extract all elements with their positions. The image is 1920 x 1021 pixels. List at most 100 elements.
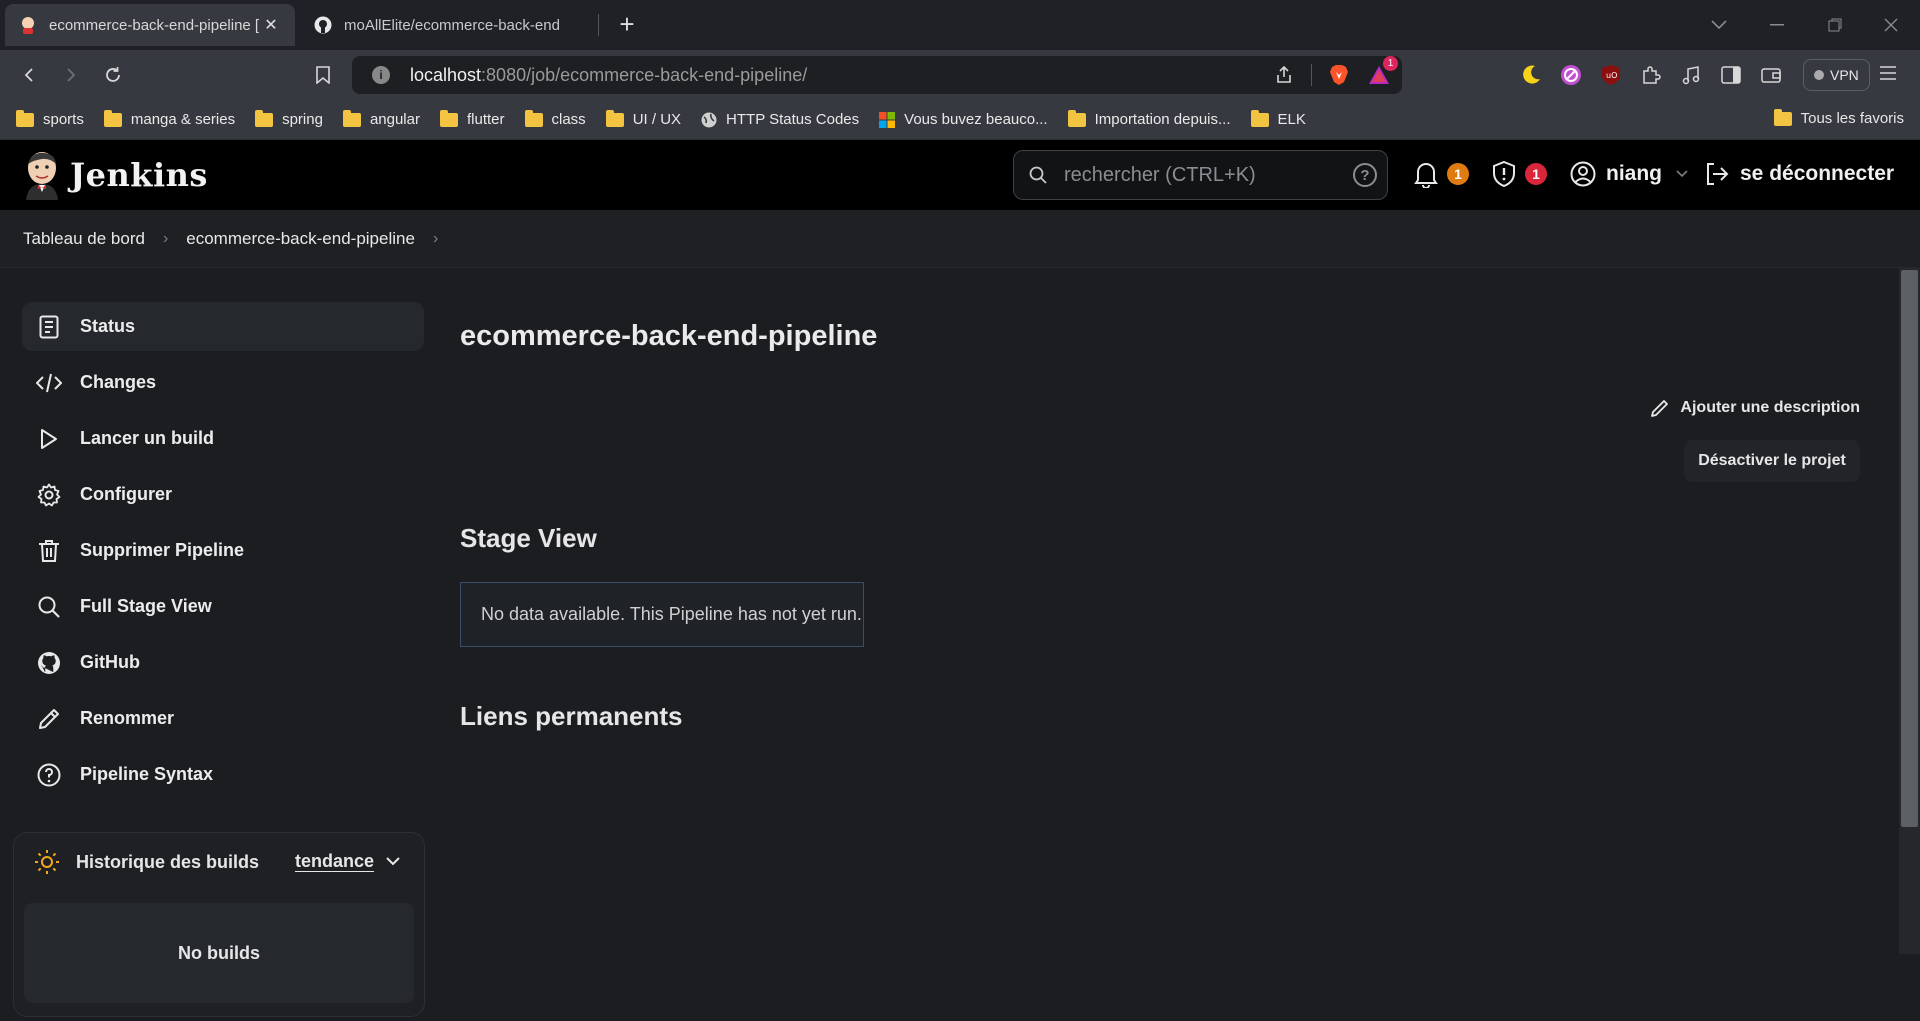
folder-icon — [16, 109, 34, 127]
sidebar-item-pipeline-syntax[interactable]: Pipeline Syntax — [22, 750, 424, 799]
sidebar-item-full-stage-view[interactable]: Full Stage View — [22, 582, 424, 631]
security-alerts-button[interactable]: 1 — [1491, 160, 1547, 188]
vpn-status-icon — [1814, 70, 1824, 80]
notifications-button[interactable]: 1 — [1413, 160, 1469, 188]
forward-button[interactable] — [58, 62, 84, 88]
jenkins-favicon-icon — [19, 16, 37, 34]
bookmark-label: sports — [43, 111, 84, 128]
folder-icon — [524, 109, 543, 127]
sidebar-item-configure[interactable]: Configurer — [22, 470, 424, 519]
address-bar[interactable]: i localhost:8080/job/ecommerce-back-end-… — [352, 56, 1402, 94]
bookmark-folder-angular[interactable]: angular — [342, 109, 420, 128]
bookmark-label: spring — [282, 111, 323, 128]
tab-search-chevron-icon[interactable] — [1690, 0, 1748, 50]
add-description-button[interactable]: Ajouter une description — [1630, 390, 1860, 426]
brave-rewards-icon[interactable]: 1 — [1366, 56, 1398, 88]
bookmark-label: Tous les favoris — [1800, 110, 1904, 127]
sidebar-item-changes[interactable]: Changes — [22, 358, 424, 407]
bookmark-http-status[interactable]: HTTP Status Codes — [701, 111, 859, 128]
security-badge: 1 — [1525, 163, 1547, 185]
trend-label: tendance — [294, 851, 374, 871]
bookmark-label: ELK — [1277, 111, 1306, 128]
sidebar-item-build[interactable]: Lancer un build — [22, 414, 424, 463]
bookmark-folder-sports[interactable]: sports — [16, 109, 84, 128]
dark-reader-icon[interactable] — [1518, 62, 1544, 88]
vpn-button[interactable]: VPN — [1803, 59, 1870, 91]
browser-menu-icon[interactable] — [1878, 64, 1902, 86]
search-help-icon[interactable]: ? — [1353, 163, 1377, 187]
trend-link[interactable]: tendance — [295, 851, 400, 872]
folder-icon — [605, 109, 624, 127]
sidebar-toggle-icon[interactable] — [1718, 62, 1744, 88]
sidebar-item-label: Pipeline Syntax — [80, 764, 214, 784]
chevron-down-icon[interactable] — [1676, 170, 1688, 178]
close-window-button[interactable] — [1862, 0, 1920, 50]
sidebar-item-delete[interactable]: Supprimer Pipeline — [22, 526, 424, 575]
build-history-widget: Historique des builds tendance No builds — [13, 832, 425, 1017]
bookmark-folder-elk[interactable]: ELK — [1250, 109, 1306, 128]
folder-icon — [255, 109, 274, 127]
bookmark-vous-buvez[interactable]: Vous buvez beauco... — [879, 111, 1048, 128]
bookmark-folder-spring[interactable]: spring — [255, 109, 323, 128]
folder-icon — [342, 109, 361, 127]
music-icon[interactable] — [1678, 62, 1704, 88]
sidebar-item-github[interactable]: GitHub — [22, 638, 424, 687]
stage-view-empty-message: No data available. This Pipeline has not… — [460, 582, 864, 647]
new-tab-button[interactable]: + — [612, 10, 642, 38]
bookmark-folder-importation[interactable]: Importation depuis... — [1067, 109, 1231, 128]
tab-github[interactable]: moAllElite/ecommerce-back-end — [300, 4, 595, 46]
breadcrumb-dashboard[interactable]: Tableau de bord — [23, 229, 145, 249]
share-icon[interactable] — [1271, 62, 1297, 88]
reload-button[interactable] — [100, 62, 126, 88]
bookmarks-bar: sports manga & series spring angular flu… — [0, 100, 1920, 140]
restore-button[interactable] — [1806, 0, 1864, 50]
brave-shield-icon[interactable] — [1326, 62, 1352, 88]
sidebar-item-label: Changes — [80, 372, 157, 392]
bookmark-folder-class[interactable]: class — [524, 109, 586, 128]
sidebar-item-rename[interactable]: Renommer — [22, 694, 424, 743]
build-history-title: Historique des builds — [76, 851, 260, 872]
bookmark-folder-uiux[interactable]: UI / UX — [605, 109, 681, 128]
document-icon — [36, 314, 62, 340]
breadcrumb-job[interactable]: ecommerce-back-end-pipeline — [186, 229, 415, 249]
scrollbar-thumb[interactable] — [1901, 270, 1918, 827]
tab-jenkins[interactable]: ecommerce-back-end-pipeline [ ✕ — [5, 4, 295, 46]
site-info-icon[interactable]: i — [372, 66, 390, 84]
bookmark-label: angular — [369, 111, 420, 128]
bookmark-folder-flutter[interactable]: flutter — [439, 109, 505, 128]
page-scrollbar[interactable] — [1899, 268, 1920, 954]
shield-alert-icon — [1491, 160, 1517, 188]
tab-title: moAllElite/ecommerce-back-end — [344, 16, 560, 34]
minimize-button[interactable] — [1748, 0, 1806, 50]
chevron-right-icon[interactable]: › — [433, 230, 438, 248]
search-input[interactable]: rechercher (CTRL+K) — [1064, 164, 1353, 187]
extensions-puzzle-icon[interactable] — [1638, 62, 1664, 88]
wallet-icon[interactable] — [1758, 62, 1784, 88]
folder-icon — [439, 109, 458, 127]
logout-button[interactable]: se déconnecter — [1704, 161, 1894, 187]
search-box[interactable]: rechercher (CTRL+K) ? — [1013, 150, 1388, 200]
jenkins-butler-icon — [22, 150, 62, 200]
microsoft-icon — [879, 111, 896, 128]
jenkins-logo[interactable]: Jenkins — [22, 150, 208, 200]
blocker-icon[interactable] — [1558, 62, 1584, 88]
disable-project-button[interactable]: Désactiver le projet — [1684, 440, 1860, 482]
bookmark-icon[interactable] — [310, 62, 336, 88]
close-icon[interactable]: ✕ — [261, 15, 281, 35]
ublock-icon[interactable]: uO — [1598, 62, 1624, 88]
code-icon — [36, 370, 62, 396]
user-menu[interactable]: niang — [1570, 161, 1688, 187]
build-history-header: Historique des builds — [34, 849, 259, 875]
sidebar-item-label: Renommer — [80, 708, 175, 728]
bookmark-folder-manga[interactable]: manga & series — [103, 109, 235, 128]
github-icon — [36, 650, 62, 676]
sidebar-item-label: Lancer un build — [80, 428, 215, 448]
tab-title: ecommerce-back-end-pipeline [ — [49, 16, 260, 34]
add-description-label: Ajouter une description — [1680, 399, 1860, 416]
chevron-down-icon[interactable] — [386, 857, 400, 866]
all-bookmarks-button[interactable]: Tous les favoris — [1773, 108, 1904, 127]
trash-icon — [36, 538, 62, 564]
sidebar: Status Changes Lancer un build Configure… — [22, 302, 424, 806]
back-button[interactable] — [16, 62, 42, 88]
sidebar-item-status[interactable]: Status — [22, 302, 424, 351]
